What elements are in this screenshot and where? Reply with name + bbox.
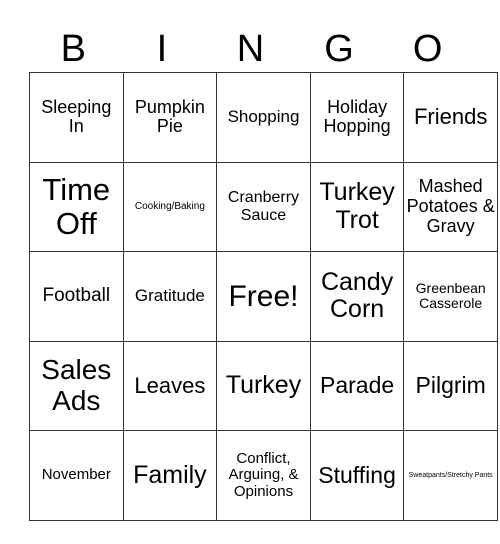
bingo-cell[interactable]: Pilgrim bbox=[403, 340, 498, 432]
header-letter-i: I bbox=[156, 28, 168, 70]
bingo-cell[interactable]: Pumpkin Pie bbox=[122, 72, 218, 163]
bingo-row: November Family Conflict, Arguing, & Opini… bbox=[29, 430, 498, 521]
bingo-cell[interactable]: Friends bbox=[403, 72, 498, 163]
header-letter-b: B bbox=[60, 28, 86, 70]
bingo-cell[interactable]: Leaves bbox=[122, 340, 218, 432]
bingo-cell[interactable]: Sleeping In bbox=[29, 72, 124, 163]
bingo-cell[interactable]: Parade bbox=[309, 340, 405, 432]
bingo-cell[interactable]: Cranberry Sauce bbox=[216, 161, 311, 253]
bingo-row: Time Off Cooking/Baking Cranberry Sauce Tur… bbox=[29, 161, 498, 253]
bingo-header: B I N G O bbox=[29, 26, 472, 72]
bingo-cell[interactable]: Football bbox=[29, 251, 124, 342]
bingo-cell[interactable]: November bbox=[29, 430, 124, 521]
bingo-cell[interactable]: Family bbox=[122, 430, 218, 521]
bingo-cell[interactable]: Mashed Potatoes & Gravy bbox=[403, 161, 498, 253]
header-letter-n: N bbox=[236, 28, 265, 70]
bingo-cell[interactable]: Conflict, Arguing, & Opinions bbox=[216, 430, 311, 521]
bingo-cell[interactable]: Turkey bbox=[216, 340, 311, 432]
bingo-cell[interactable]: Holiday Hopping bbox=[309, 72, 405, 163]
bingo-cell[interactable]: Greenbean Casserole bbox=[403, 251, 498, 342]
bingo-cell[interactable]: Candy Corn bbox=[309, 251, 405, 342]
header-letter-o: O bbox=[412, 28, 443, 70]
bingo-cell[interactable]: Sweatpants/Stretchy Pants bbox=[403, 430, 498, 521]
bingo-row: Sleeping In Pumpkin Pie Shopping Holiday Ho… bbox=[29, 72, 498, 163]
bingo-row: Football Gratitude Free! Candy Corn Greenbea… bbox=[29, 251, 498, 342]
bingo-cell[interactable]: Cooking/Baking bbox=[122, 161, 218, 253]
bingo-cell[interactable]: Gratitude bbox=[122, 251, 218, 342]
bingo-row: Sales Ads Leaves Turkey Parade Pilgrim bbox=[29, 340, 498, 432]
bingo-cell[interactable]: Shopping bbox=[216, 72, 311, 163]
header-letter-g: G bbox=[324, 28, 354, 70]
bingo-cell[interactable]: Stuffing bbox=[309, 430, 405, 521]
bingo-cell[interactable]: Time Off bbox=[29, 161, 124, 253]
bingo-cell[interactable]: Turkey Trot bbox=[309, 161, 405, 253]
bingo-cell[interactable]: Sales Ads bbox=[29, 340, 124, 432]
bingo-cell[interactable]: Free! bbox=[216, 251, 311, 342]
bingo-grid: Sleeping In Pumpkin Pie Shopping Holiday Ho… bbox=[29, 72, 498, 521]
